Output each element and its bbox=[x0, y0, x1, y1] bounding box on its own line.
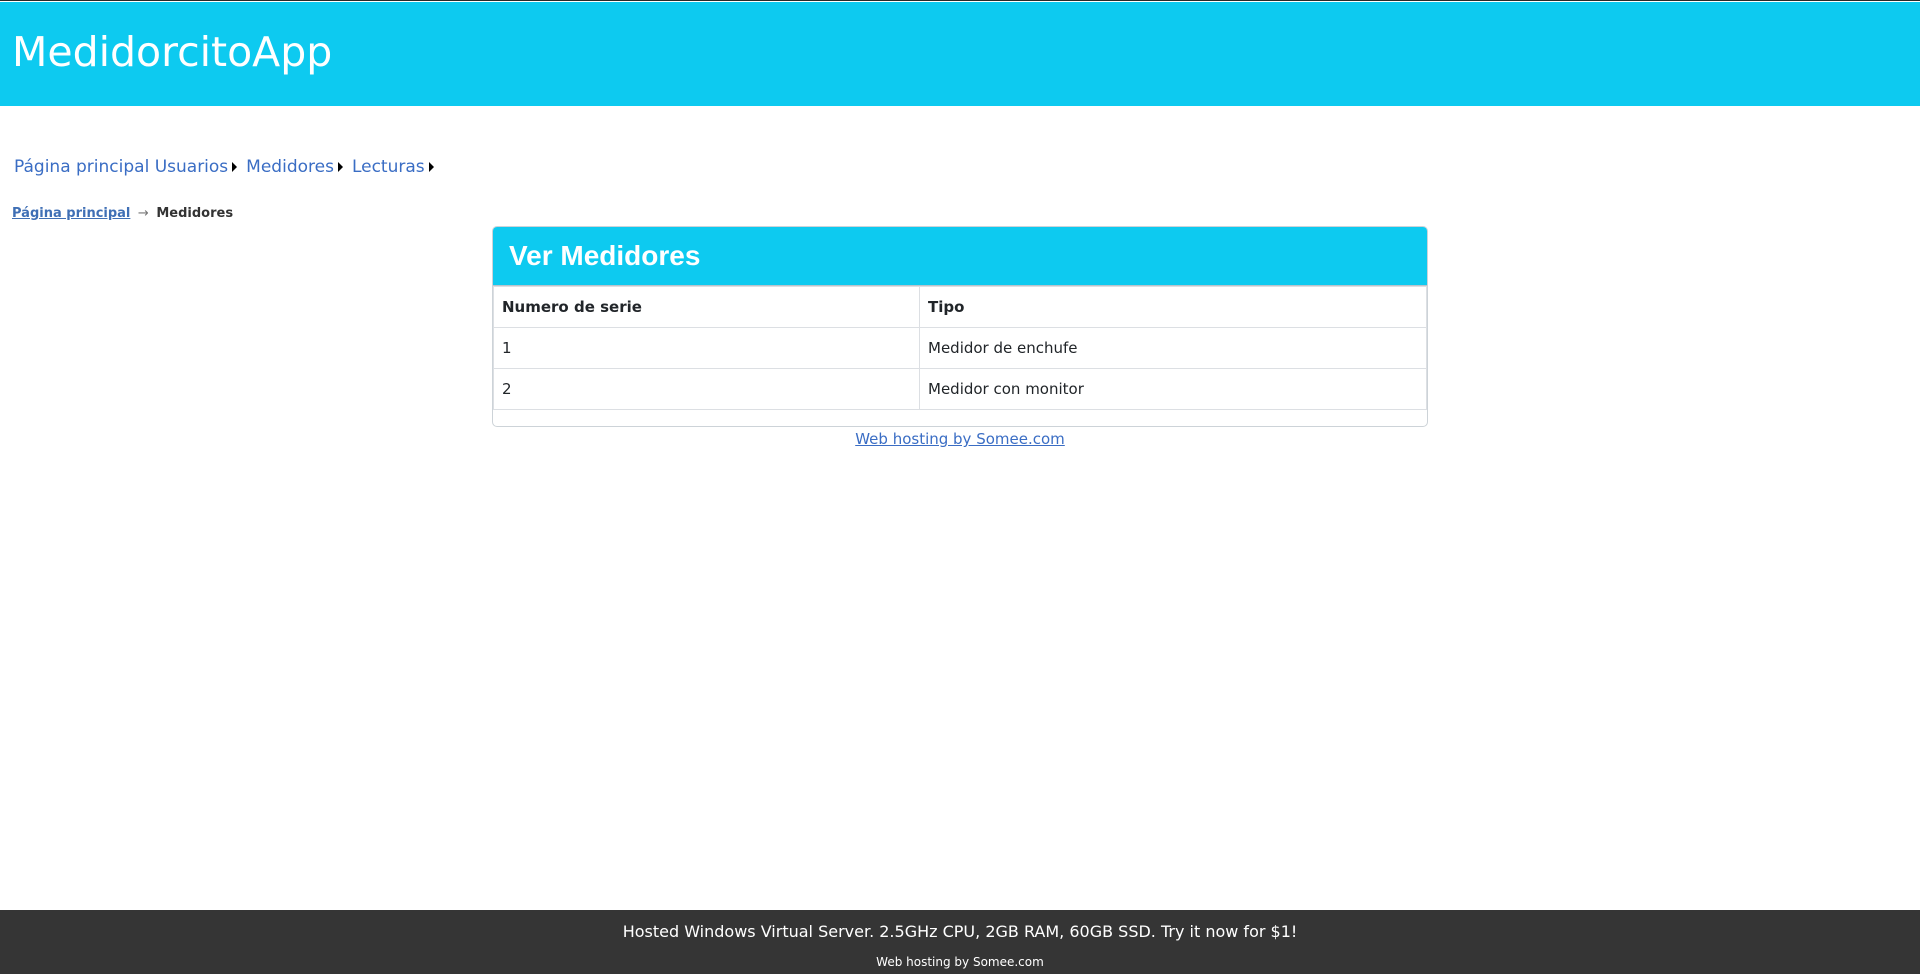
hosting-link-container: Web hosting by Somee.com bbox=[0, 430, 1920, 448]
footer-ad-text[interactable]: Hosted Windows Virtual Server. 2.5GHz CP… bbox=[0, 922, 1920, 941]
menu-item-home[interactable]: Página principal bbox=[14, 157, 149, 177]
medidores-table: Numero de serie Tipo 1 Medidor de enchuf… bbox=[493, 286, 1427, 410]
table-row: 1 Medidor de enchufe bbox=[493, 327, 1427, 369]
table-header-row: Numero de serie Tipo bbox=[493, 286, 1427, 328]
column-header-tipo: Tipo bbox=[919, 286, 1427, 328]
submenu-arrow-icon bbox=[428, 162, 434, 172]
app-header: MedidorcitoApp bbox=[0, 2, 1920, 106]
card-title: Ver Medidores bbox=[509, 240, 701, 271]
card-header: Ver Medidores bbox=[493, 227, 1427, 286]
footer-banner: Hosted Windows Virtual Server. 2.5GHz CP… bbox=[0, 910, 1920, 974]
cell-numero-serie: 2 bbox=[493, 368, 920, 410]
cell-tipo: Medidor con monitor bbox=[919, 368, 1427, 410]
submenu-arrow-icon bbox=[232, 162, 238, 172]
breadcrumb-current: Medidores bbox=[156, 206, 234, 221]
cell-numero-serie: 1 bbox=[493, 327, 920, 369]
breadcrumb: Página principal → Medidores bbox=[12, 206, 233, 221]
medidores-card: Ver Medidores Numero de serie Tipo 1 Med… bbox=[492, 226, 1428, 427]
table-row: 2 Medidor con monitor bbox=[493, 368, 1427, 410]
cell-tipo: Medidor de enchufe bbox=[919, 327, 1427, 369]
column-header-numero-serie: Numero de serie bbox=[493, 286, 920, 328]
submenu-arrow-icon bbox=[337, 162, 343, 172]
menu-item-medidores[interactable]: Medidores bbox=[246, 157, 334, 177]
footer-hosting-link[interactable]: Web hosting by Somee.com bbox=[0, 955, 1920, 969]
hosting-link[interactable]: Web hosting by Somee.com bbox=[855, 430, 1065, 448]
menu-item-usuarios[interactable]: Usuarios bbox=[155, 157, 228, 177]
breadcrumb-separator: → bbox=[137, 206, 149, 221]
app-title: MedidorcitoApp bbox=[12, 28, 333, 76]
breadcrumb-home-link[interactable]: Página principal bbox=[12, 206, 130, 221]
menu-item-lecturas[interactable]: Lecturas bbox=[352, 157, 425, 177]
main-menu: Página principal Usuarios Medidores Lect… bbox=[14, 156, 443, 178]
